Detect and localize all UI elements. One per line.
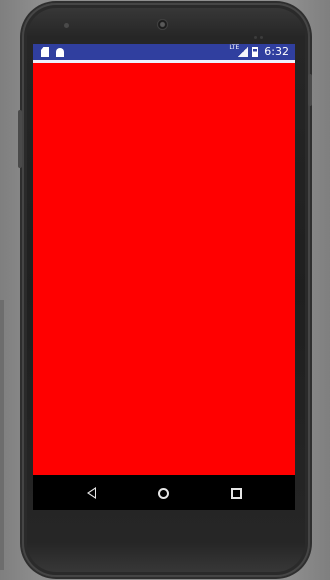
sd-card-icon	[41, 47, 49, 57]
left-edge-shadow	[0, 300, 4, 570]
power-button[interactable]	[308, 74, 312, 106]
home-button[interactable]	[153, 483, 173, 503]
android-icon	[55, 47, 65, 57]
back-button[interactable]	[81, 483, 101, 503]
front-sensor-icon	[64, 23, 69, 28]
recents-square-icon	[230, 487, 242, 499]
proximity-sensor-icon	[254, 24, 268, 39]
front-camera-icon	[157, 19, 168, 30]
status-right-icons: LTE 6:32	[229, 44, 289, 60]
battery-icon	[252, 47, 259, 57]
volume-button[interactable]	[18, 110, 22, 168]
back-triangle-icon	[86, 487, 96, 499]
recents-button[interactable]	[226, 483, 246, 503]
home-circle-icon	[157, 487, 169, 499]
signal-icon	[238, 47, 249, 57]
emulator-stage: LTE 6:32	[0, 0, 330, 580]
status-left-icons	[41, 47, 65, 57]
app-content[interactable]	[33, 63, 295, 475]
device-screen: LTE 6:32	[33, 44, 295, 510]
navigation-bar	[33, 475, 295, 510]
status-bar: LTE 6:32	[33, 44, 295, 60]
clock-time: 6:32	[264, 45, 289, 58]
